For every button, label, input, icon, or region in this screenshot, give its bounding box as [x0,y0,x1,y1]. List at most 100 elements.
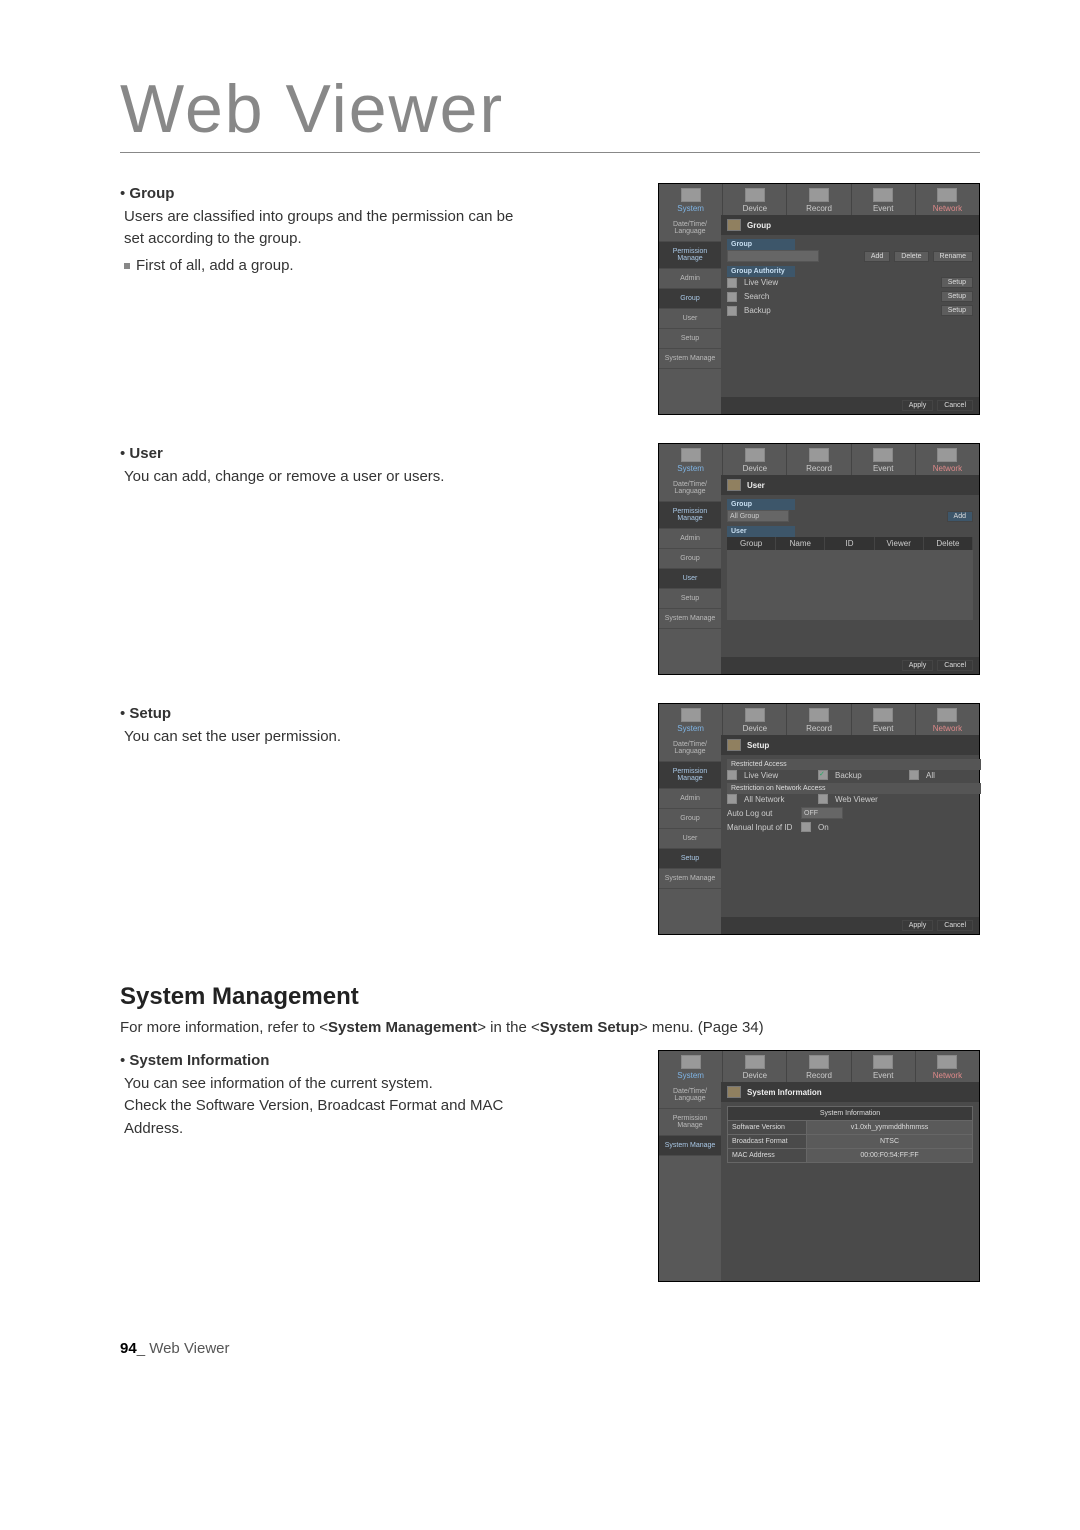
side-datetime[interactable]: Date/Time/ Language [659,1082,721,1109]
checkbox[interactable] [727,794,737,804]
tab-device[interactable]: Device [723,704,787,735]
restrict-network-label: Restriction on Network Access [727,783,981,794]
opt-backup: Backup [835,771,905,780]
apply-button[interactable]: Apply [902,920,934,931]
system-management-heading: System Management [120,983,980,1011]
group-sublabel: Group [727,239,795,250]
auth-item: Search [744,292,769,301]
col-header: ID [825,537,874,550]
apply-button[interactable]: Apply [902,660,934,671]
panel-icon [727,739,741,751]
checkbox[interactable] [727,770,737,780]
tab-event[interactable]: Event [852,704,916,735]
side-user[interactable]: User [659,829,721,849]
system-management-ref: For more information, refer to <System M… [120,1019,980,1036]
checkbox[interactable] [818,770,828,780]
side-datetime[interactable]: Date/Time/ Language [659,215,721,242]
auth-item: Live View [744,278,778,287]
tab-device[interactable]: Device [723,1051,787,1082]
side-group[interactable]: Group [659,289,721,309]
screenshot-setup: System Device Record Event Network Date/… [658,703,980,935]
panel-title: Setup [747,741,769,750]
group-heading: • Group [120,183,520,206]
table-header: System Information [728,1107,973,1121]
cancel-button[interactable]: Cancel [937,400,973,411]
add-button[interactable]: Add [947,511,973,522]
user-group-label: Group [727,499,795,510]
side-user[interactable]: User [659,569,721,589]
cancel-button[interactable]: Cancel [937,660,973,671]
side-datetime[interactable]: Date/Time/ Language [659,475,721,502]
tab-record[interactable]: Record [787,444,851,475]
panel-icon [727,219,741,231]
tab-device[interactable]: Device [723,184,787,215]
group-desc: Users are classified into groups and the… [124,206,520,251]
rename-button[interactable]: Rename [933,251,973,262]
screenshot-sysinfo: System Device Record Event Network Date/… [658,1050,980,1282]
panel-title: User [747,481,765,490]
side-datetime[interactable]: Date/Time/ Language [659,735,721,762]
delete-button[interactable]: Delete [894,251,928,262]
tab-record[interactable]: Record [787,704,851,735]
side-permission[interactable]: Permission Manage [659,762,721,789]
tab-system[interactable]: System [659,704,723,735]
side-system-manage[interactable]: System Manage [659,1136,721,1156]
side-admin[interactable]: Admin [659,529,721,549]
group-bullet: First of all, add a group. [124,255,520,278]
side-admin[interactable]: Admin [659,269,721,289]
sysinfo-desc2: Check the Software Version, Broadcast Fo… [124,1095,520,1140]
tab-event[interactable]: Event [852,184,916,215]
checkbox[interactable] [909,770,919,780]
side-user[interactable]: User [659,309,721,329]
side-system-manage[interactable]: System Manage [659,349,721,369]
setup-button[interactable]: Setup [941,305,973,316]
tab-event[interactable]: Event [852,1051,916,1082]
checkbox[interactable] [727,306,737,316]
checkbox[interactable] [727,292,737,302]
side-permission[interactable]: Permission Manage [659,242,721,269]
restricted-access-label: Restricted Access [727,759,981,770]
side-setup[interactable]: Setup [659,329,721,349]
add-button[interactable]: Add [864,251,890,262]
side-setup[interactable]: Setup [659,589,721,609]
tab-system[interactable]: System [659,184,723,215]
cancel-button[interactable]: Cancel [937,920,973,931]
panel-title: System Information [747,1088,822,1097]
sysinfo-desc1: You can see information of the current s… [124,1073,520,1096]
side-system-manage[interactable]: System Manage [659,609,721,629]
tab-record[interactable]: Record [787,184,851,215]
side-group[interactable]: Group [659,549,721,569]
tab-network[interactable]: Network [916,1051,979,1082]
table-row: Broadcast FormatNTSC [728,1135,973,1149]
checkbox[interactable] [801,822,811,832]
manual-on: On [818,823,829,832]
tab-system[interactable]: System [659,444,723,475]
tab-system[interactable]: System [659,1051,723,1082]
col-header: Viewer [875,537,924,550]
side-permission[interactable]: Permission Manage [659,502,721,529]
tab-record[interactable]: Record [787,1051,851,1082]
side-group[interactable]: Group [659,809,721,829]
setup-heading: • Setup [120,703,520,726]
auto-logout-select[interactable]: OFF [801,807,843,819]
side-permission[interactable]: Permission Manage [659,1109,721,1136]
col-header: Group [727,537,776,550]
tab-network[interactable]: Network [916,704,979,735]
setup-button[interactable]: Setup [941,291,973,302]
panel-icon [727,1086,741,1098]
setup-button[interactable]: Setup [941,277,973,288]
checkbox[interactable] [818,794,828,804]
tab-network[interactable]: Network [916,444,979,475]
col-header: Name [776,537,825,550]
side-system-manage[interactable]: System Manage [659,869,721,889]
checkbox[interactable] [727,278,737,288]
side-admin[interactable]: Admin [659,789,721,809]
side-setup[interactable]: Setup [659,849,721,869]
group-select[interactable] [727,250,819,262]
apply-button[interactable]: Apply [902,400,934,411]
user-table: Group Name ID Viewer Delete [727,537,973,620]
tab-network[interactable]: Network [916,184,979,215]
tab-event[interactable]: Event [852,444,916,475]
group-select[interactable]: All Group [727,510,789,522]
tab-device[interactable]: Device [723,444,787,475]
